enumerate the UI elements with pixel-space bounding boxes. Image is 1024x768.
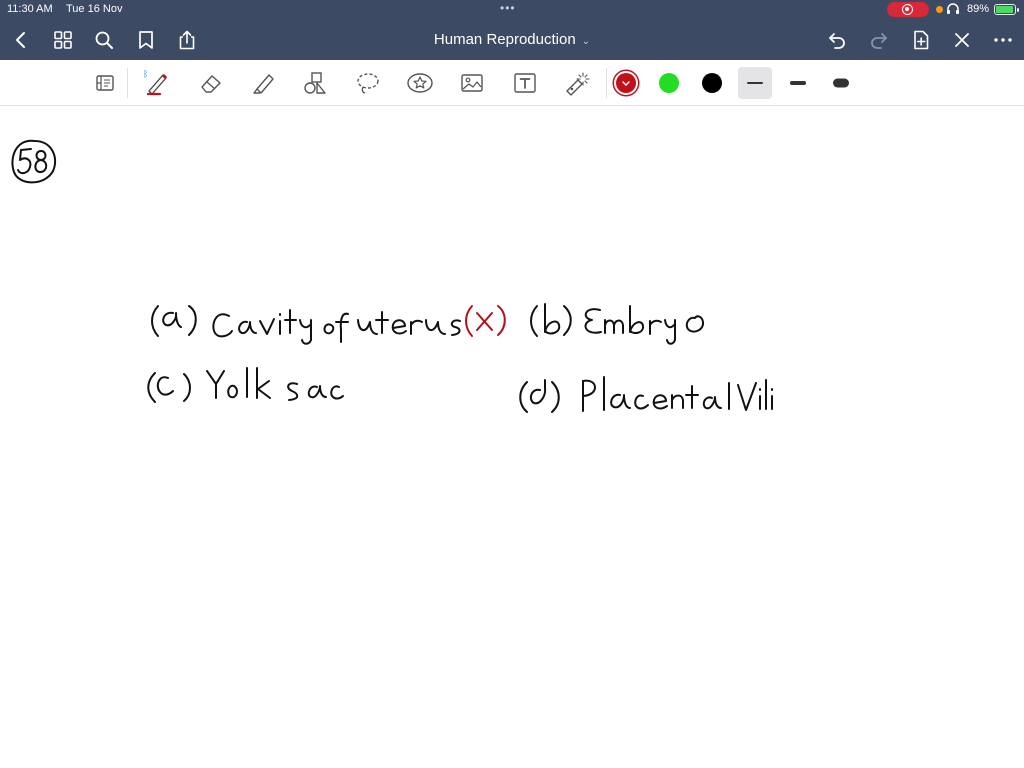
chevron-down-icon bbox=[622, 81, 630, 86]
page-layout-icon[interactable] bbox=[91, 69, 119, 97]
laser-pointer-icon[interactable] bbox=[563, 69, 591, 97]
color-swatch-green[interactable] bbox=[659, 73, 679, 93]
add-page-icon[interactable] bbox=[910, 29, 932, 51]
option-b-handwriting bbox=[530, 303, 705, 345]
stroke-width-thin[interactable] bbox=[738, 67, 772, 99]
battery-percent: 89% bbox=[967, 3, 990, 15]
screen-recording-icon[interactable] bbox=[887, 2, 929, 17]
color-swatch-black[interactable] bbox=[702, 73, 722, 93]
document-title: Human Reproduction bbox=[433, 31, 576, 48]
image-icon[interactable] bbox=[458, 69, 486, 97]
option-d-handwriting bbox=[519, 376, 773, 413]
shapes-icon[interactable] bbox=[301, 69, 329, 97]
handwriting-layer bbox=[11, 139, 773, 413]
multitasking-dots-icon[interactable]: ••• bbox=[500, 1, 516, 15]
headphones-icon bbox=[947, 3, 959, 14]
lasso-icon[interactable] bbox=[354, 69, 382, 97]
eraser-icon[interactable] bbox=[197, 69, 225, 97]
stroke-width-medium[interactable] bbox=[781, 67, 815, 99]
mic-in-use-indicator-icon bbox=[936, 6, 943, 13]
stroke-width-thick[interactable] bbox=[824, 67, 858, 99]
navigation-bar: Human Reproduction ⌄ bbox=[0, 20, 1024, 60]
more-icon[interactable] bbox=[992, 29, 1014, 51]
close-icon[interactable] bbox=[951, 29, 973, 51]
status-date: Tue 16 Nov bbox=[66, 3, 123, 15]
pen-icon[interactable]: ᛒ bbox=[143, 69, 171, 97]
sticker-icon[interactable] bbox=[406, 69, 434, 97]
drawing-toolbar: ᛒ bbox=[0, 60, 1024, 106]
highlighter-icon[interactable] bbox=[249, 69, 277, 97]
battery-icon bbox=[994, 4, 1019, 15]
color-swatch-red[interactable] bbox=[616, 73, 636, 93]
text-icon[interactable] bbox=[511, 69, 539, 97]
option-c-handwriting bbox=[147, 367, 344, 403]
question-number-handwriting bbox=[11, 139, 57, 184]
svg-text:ᛒ: ᛒ bbox=[143, 69, 148, 80]
note-canvas[interactable]: 58 (a) Cavity of uterus(X) (b) Embryo (c… bbox=[0, 107, 1024, 768]
status-bar: 11:30 AM Tue 16 Nov ••• 89% bbox=[0, 0, 1024, 20]
undo-icon[interactable] bbox=[826, 29, 848, 51]
option-a-handwriting bbox=[151, 305, 506, 345]
chevron-down-icon: ⌄ bbox=[581, 36, 591, 47]
redo-icon[interactable] bbox=[868, 29, 890, 51]
status-time: 11:30 AM bbox=[7, 3, 53, 15]
